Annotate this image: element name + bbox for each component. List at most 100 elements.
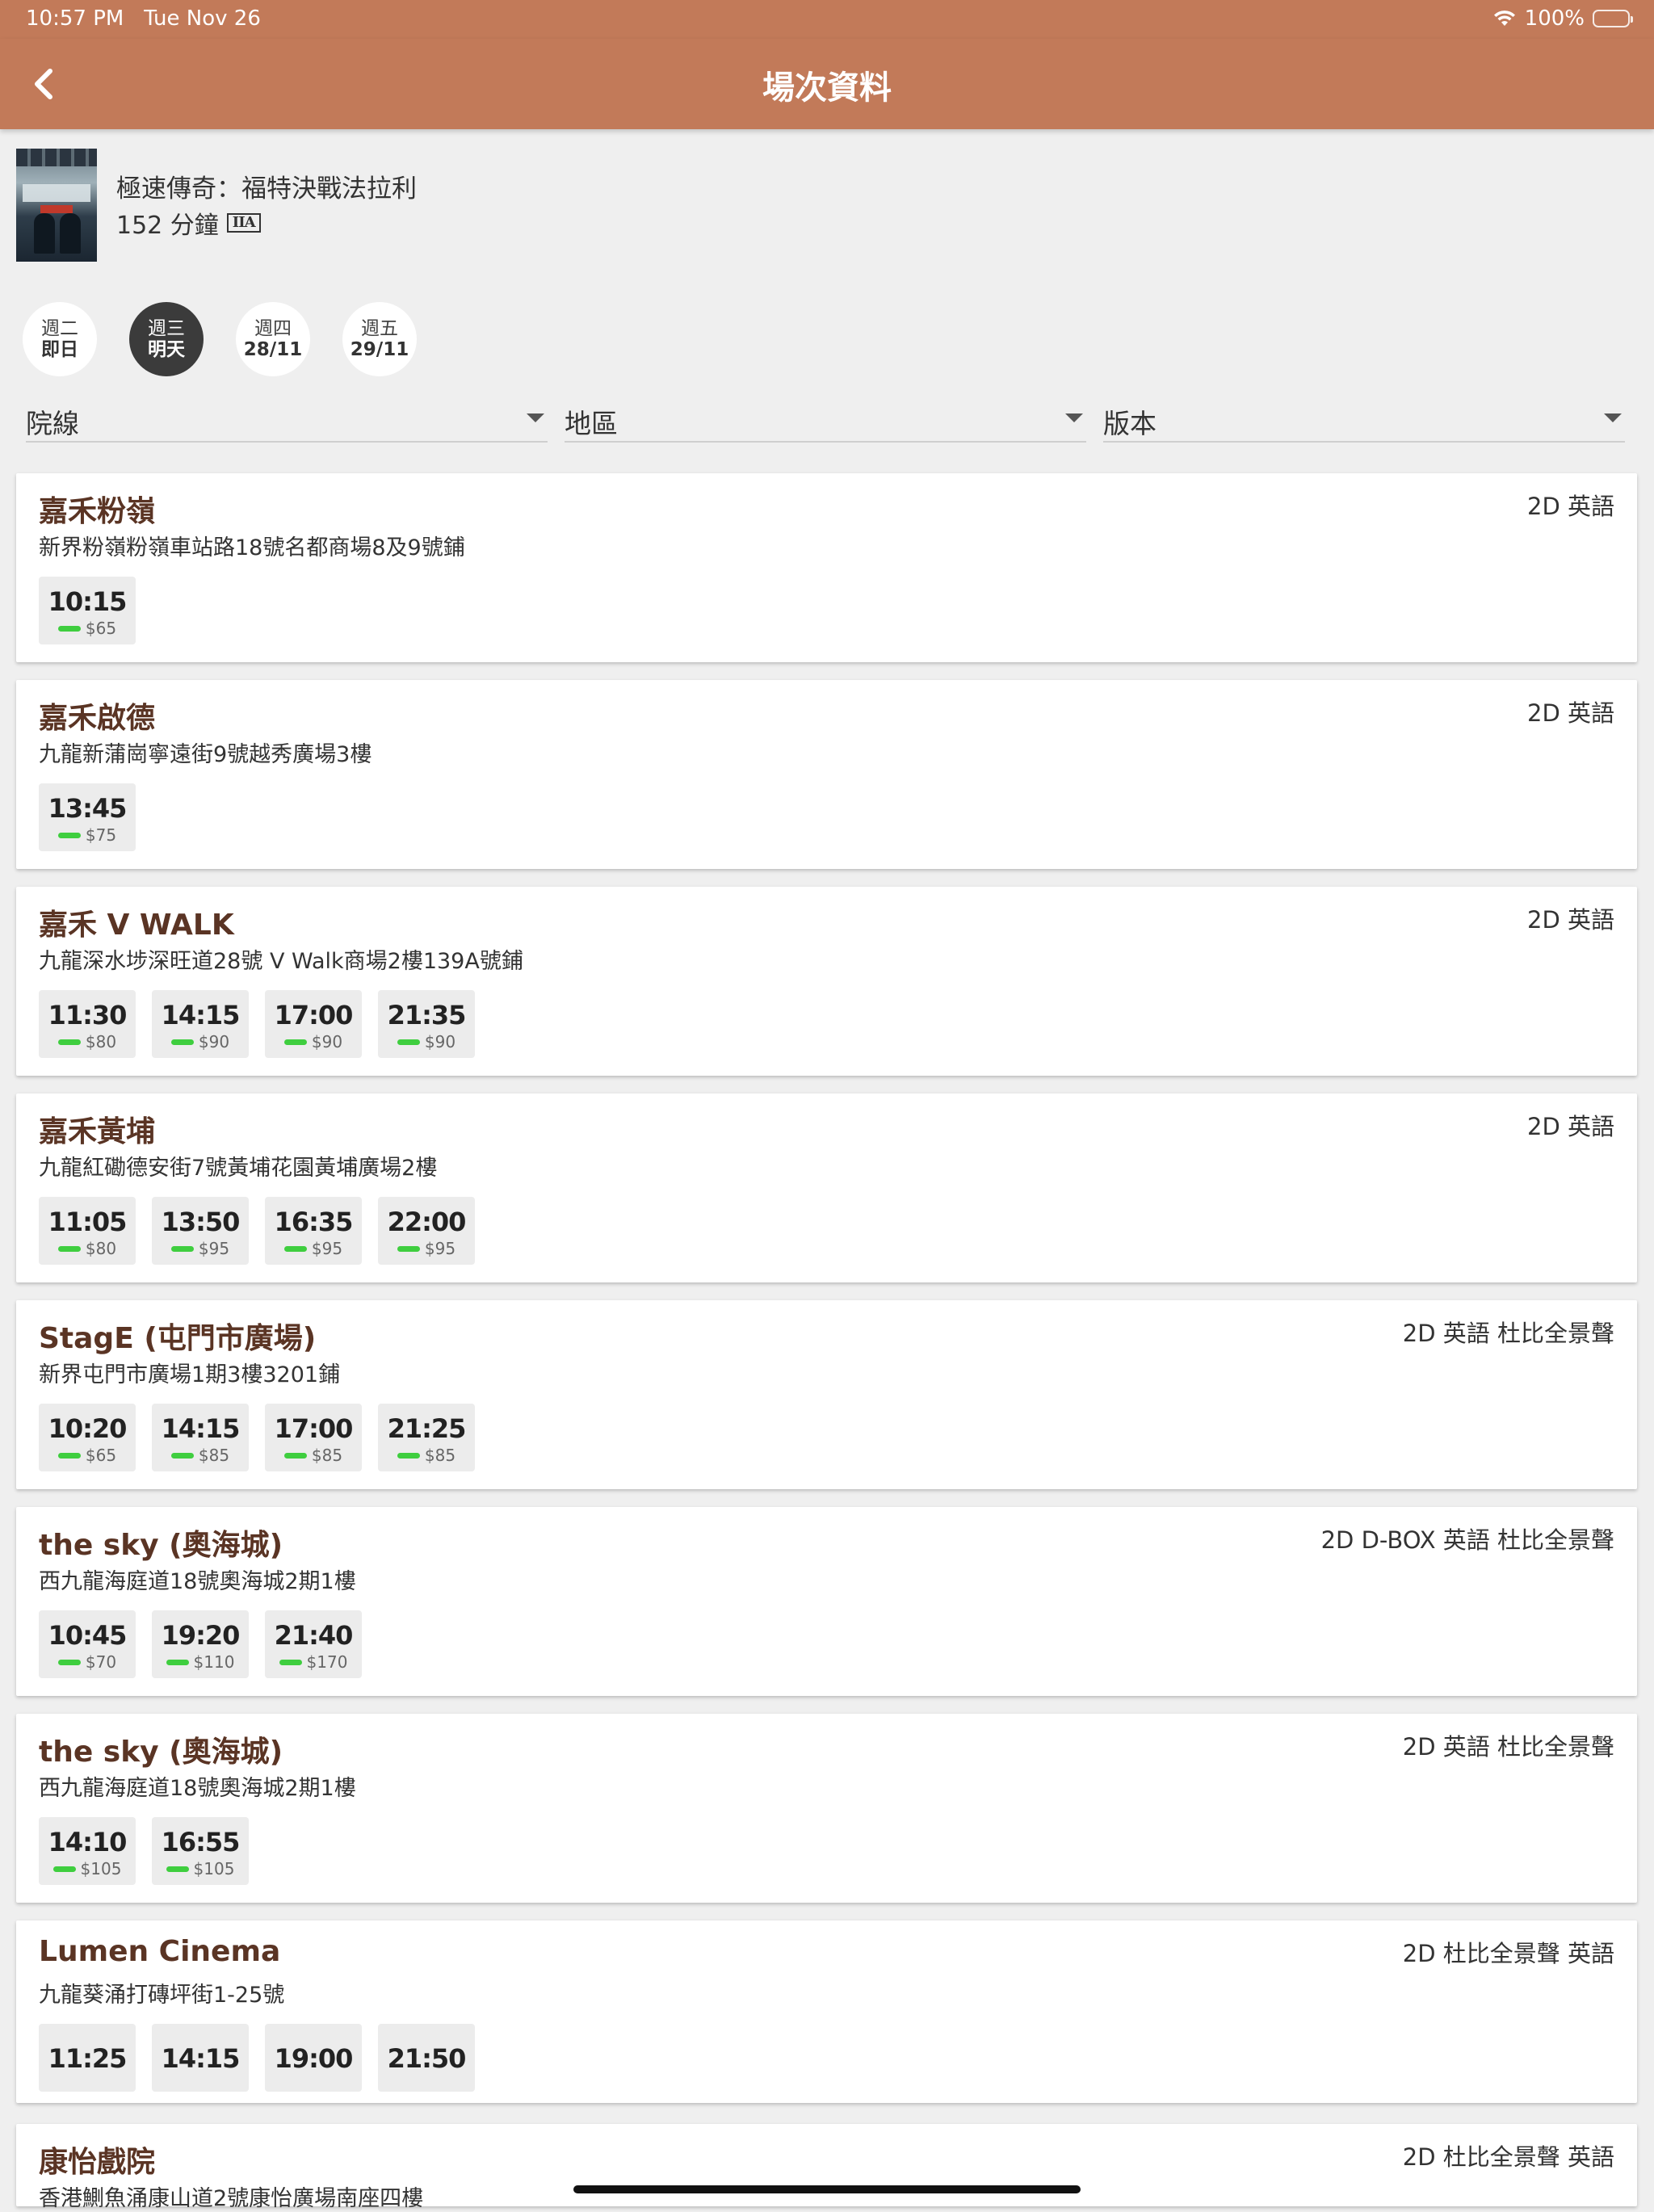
district-dropdown[interactable]: 地區 — [565, 396, 1086, 443]
availability-bar — [52, 1866, 76, 1872]
showtime-chip[interactable]: 21:40 $170 — [265, 1610, 362, 1678]
cinema-name: 嘉禾黃埔 — [39, 1115, 156, 1148]
day-weekday: 週二 — [41, 318, 78, 339]
cinema-address: 九龍紅磡德安街7號黃埔花園黃埔廣場2樓 — [39, 1156, 438, 1181]
cinema-version: 2D 杜比全景聲 英語 — [1402, 1940, 1614, 1967]
movie-duration: 152 分鐘 — [116, 212, 219, 240]
showtime-chip[interactable]: 11:25 — [39, 2024, 136, 2092]
showtime-chip[interactable]: 13:45 $75 — [39, 783, 136, 851]
movie-poster[interactable] — [16, 149, 97, 262]
cinema-card[interactable]: Lumen Cinema 2D 杜比全景聲 英語 九龍葵涌打磚坪街1-25號 1… — [16, 1920, 1637, 2103]
circuit-dropdown[interactable]: 院線 — [26, 396, 548, 443]
showtime-price: $65 — [85, 619, 117, 638]
availability-bar — [283, 1245, 307, 1252]
showtime-chip[interactable]: 17:00 $85 — [265, 1404, 362, 1471]
cinema-version: 2D 杜比全景聲 英語 — [1402, 2143, 1614, 2171]
showtime-chip[interactable]: 14:10 $105 — [39, 1817, 136, 1885]
cinema-name: 嘉禾 V WALK — [39, 909, 234, 942]
cinema-address: 西九龍海庭道18號奧海城2期1樓 — [39, 1569, 356, 1594]
availability-bar — [283, 1452, 307, 1459]
showtime-price: $95 — [198, 1239, 230, 1258]
showtime-chip[interactable]: 14:15 $85 — [152, 1404, 249, 1471]
showtime-chip[interactable]: 14:15 $90 — [152, 990, 249, 1058]
showtime-time: 21:35 — [387, 1000, 467, 1030]
cinema-address: 九龍葵涌打磚坪街1-25號 — [39, 1983, 285, 2008]
cinema-card[interactable]: StagE (屯門市廣場) 2D 英語 杜比全景聲 新界屯門市廣場1期3樓320… — [16, 1300, 1637, 1489]
cinema-card[interactable]: 嘉禾黃埔 2D 英語 九龍紅磡德安街7號黃埔花園黃埔廣場2樓 11:05 $80… — [16, 1093, 1637, 1282]
cinema-card[interactable]: the sky (奧海城) 2D 英語 杜比全景聲 西九龍海庭道18號奧海城2期… — [16, 1714, 1637, 1903]
day-weekday: 週三 — [148, 318, 185, 339]
cinema-card[interactable]: 嘉禾啟德 2D 英語 九龍新蒲崗寧遠街9號越秀廣場3樓 13:45 $75 — [16, 680, 1637, 869]
showtime-price: $75 — [85, 825, 117, 845]
cinema-name: the sky (奧海城) — [39, 1529, 283, 1562]
availability-bar — [397, 1039, 420, 1045]
showtime-time: 21:50 — [387, 2043, 467, 2074]
cinema-address: 九龍新蒲崗寧遠街9號越秀廣場3樓 — [39, 742, 372, 767]
availability-bar — [283, 1039, 307, 1045]
day-tab-wed[interactable]: 週三 明天 — [129, 302, 204, 376]
showtime-chip[interactable]: 21:25 $85 — [378, 1404, 475, 1471]
showtime-chip[interactable]: 19:20 $110 — [152, 1610, 249, 1678]
cinema-address: 香港鰂魚涌康山道2號康怡廣場南座四樓 — [39, 2186, 424, 2211]
availability-bar — [166, 1659, 189, 1665]
showtime-time: 14:10 — [48, 1827, 128, 1857]
showtime-time: 14:15 — [161, 1000, 241, 1030]
showtime-chip[interactable]: 17:00 $90 — [265, 990, 362, 1058]
movie-header: 極速傳奇：福特決戰法拉利 152 分鐘 IIA — [16, 145, 1631, 263]
version-dropdown[interactable]: 版本 — [1103, 396, 1625, 443]
showtime-time: 10:20 — [48, 1413, 128, 1444]
showtime-chip[interactable]: 21:50 — [378, 2024, 475, 2092]
day-tab-fri[interactable]: 週五 29/11 — [342, 302, 417, 376]
showtime-chip[interactable]: 16:55 $105 — [152, 1817, 249, 1885]
cinema-card[interactable]: the sky (奧海城) 2D D-BOX 英語 杜比全景聲 西九龍海庭道18… — [16, 1507, 1637, 1696]
showtime-chip[interactable]: 11:30 $80 — [39, 990, 136, 1058]
cinema-name: 嘉禾粉嶺 — [39, 495, 156, 528]
showtime-price: $85 — [198, 1446, 230, 1465]
showtime-chip[interactable]: 19:00 — [265, 2024, 362, 2092]
status-clock: 10:57 PM — [26, 6, 124, 31]
showtime-time: 16:55 — [161, 1827, 241, 1857]
showtime-chip[interactable]: 10:20 $65 — [39, 1404, 136, 1471]
showtime-chip[interactable]: 10:45 $70 — [39, 1610, 136, 1678]
showtime-chip[interactable]: 21:35 $90 — [378, 990, 475, 1058]
showtime-time: 13:45 — [48, 793, 128, 824]
caret-down-icon — [1604, 413, 1622, 422]
showtime-chip[interactable]: 16:35 $95 — [265, 1197, 362, 1265]
availability-bar — [57, 1659, 81, 1665]
circuit-dropdown-label: 院線 — [26, 408, 79, 439]
showtime-price: $95 — [424, 1239, 456, 1258]
status-bar: 10:57 PM Tue Nov 26 100% — [0, 0, 1654, 39]
availability-bar — [170, 1039, 194, 1045]
cinema-card[interactable]: 嘉禾 V WALK 2D 英語 九龍深水埗深旺道28號 V Walk商場2樓13… — [16, 887, 1637, 1076]
showtime-time: 16:35 — [274, 1207, 354, 1237]
cinema-name: StagE (屯門市廣場) — [39, 1322, 317, 1355]
day-weekday: 週五 — [361, 318, 398, 339]
showtime-price: $90 — [198, 1032, 230, 1051]
cinema-address: 九龍深水埗深旺道28號 V Walk商場2樓139A號鋪 — [39, 949, 523, 974]
version-dropdown-label: 版本 — [1103, 408, 1157, 439]
cinema-name: 嘉禾啟德 — [39, 702, 156, 735]
showtime-price: $65 — [85, 1446, 117, 1465]
cinema-card[interactable]: 康怡戲院 2D 杜比全景聲 英語 香港鰂魚涌康山道2號康怡廣場南座四樓 — [16, 2124, 1637, 2211]
showtime-price: $90 — [424, 1032, 456, 1051]
cinema-version: 2D 英語 — [1527, 1113, 1614, 1140]
cinema-name: the sky (奧海城) — [39, 1736, 283, 1769]
filter-bar: 院線 地區 版本 — [26, 396, 1628, 443]
day-tab-thu[interactable]: 週四 28/11 — [236, 302, 310, 376]
showtime-chip[interactable]: 11:05 $80 — [39, 1197, 136, 1265]
showtime-time: 11:25 — [48, 2043, 128, 2074]
day-tab-tue[interactable]: 週二 即日 — [23, 302, 97, 376]
wifi-icon — [1493, 10, 1515, 26]
home-indicator[interactable] — [573, 2185, 1081, 2193]
showtime-chip[interactable]: 13:50 $95 — [152, 1197, 249, 1265]
cinema-version: 2D D-BOX 英語 杜比全景聲 — [1320, 1526, 1614, 1554]
cinema-version: 2D 英語 — [1527, 699, 1614, 727]
showtime-chip[interactable]: 10:15 $65 — [39, 577, 136, 644]
showtime-price: $90 — [311, 1032, 343, 1051]
showtime-time: 21:25 — [387, 1413, 467, 1444]
cinema-card[interactable]: 嘉禾粉嶺 2D 英語 新界粉嶺粉嶺車站路18號名都商場8及9號鋪 10:15 $… — [16, 473, 1637, 662]
showtime-chip[interactable]: 22:00 $95 — [378, 1197, 475, 1265]
showtime-chip[interactable]: 14:15 — [152, 2024, 249, 2092]
status-indicators: 100% — [1492, 6, 1633, 31]
rating-badge: IIA — [226, 213, 261, 233]
